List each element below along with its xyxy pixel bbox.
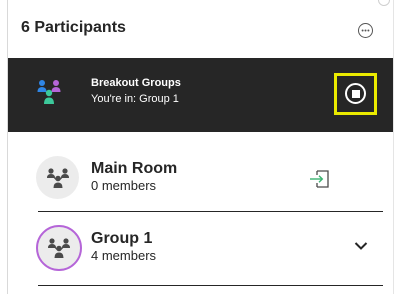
stop-breakout-highlight — [334, 73, 377, 115]
room-avatar — [36, 156, 79, 199]
group-icon — [46, 167, 69, 188]
participants-title: 6 Participants — [21, 19, 126, 36]
room-name: Main Room — [91, 160, 178, 177]
room-name: Group 1 — [91, 230, 153, 247]
room-divider — [38, 211, 383, 212]
chevron-down-icon[interactable] — [354, 238, 368, 256]
room-member-count: 4 members — [91, 248, 157, 263]
room-main[interactable]: Main Room 0 members — [8, 151, 393, 211]
more-options-icon[interactable] — [358, 23, 373, 38]
stop-breakout-button[interactable] — [345, 83, 366, 104]
panel-header: 6 Participants — [8, 0, 393, 58]
breakout-title: Breakout Groups — [91, 77, 181, 89]
room-group-1[interactable]: Group 1 4 members — [8, 218, 393, 278]
breakout-groups-bar: Breakout Groups You're in: Group 1 — [8, 58, 393, 132]
breakout-current-group: You're in: Group 1 — [91, 93, 179, 105]
room-divider — [38, 285, 383, 286]
participants-panel: 6 Participants Breakout Groups You're in… — [8, 0, 393, 294]
join-room-icon[interactable] — [309, 168, 331, 195]
room-avatar-active — [36, 225, 82, 271]
stop-icon — [351, 89, 360, 98]
partial-icon — [378, 0, 390, 6]
breakout-groups-icon — [36, 79, 64, 105]
room-member-count: 0 members — [91, 178, 157, 193]
group-icon — [48, 238, 70, 258]
